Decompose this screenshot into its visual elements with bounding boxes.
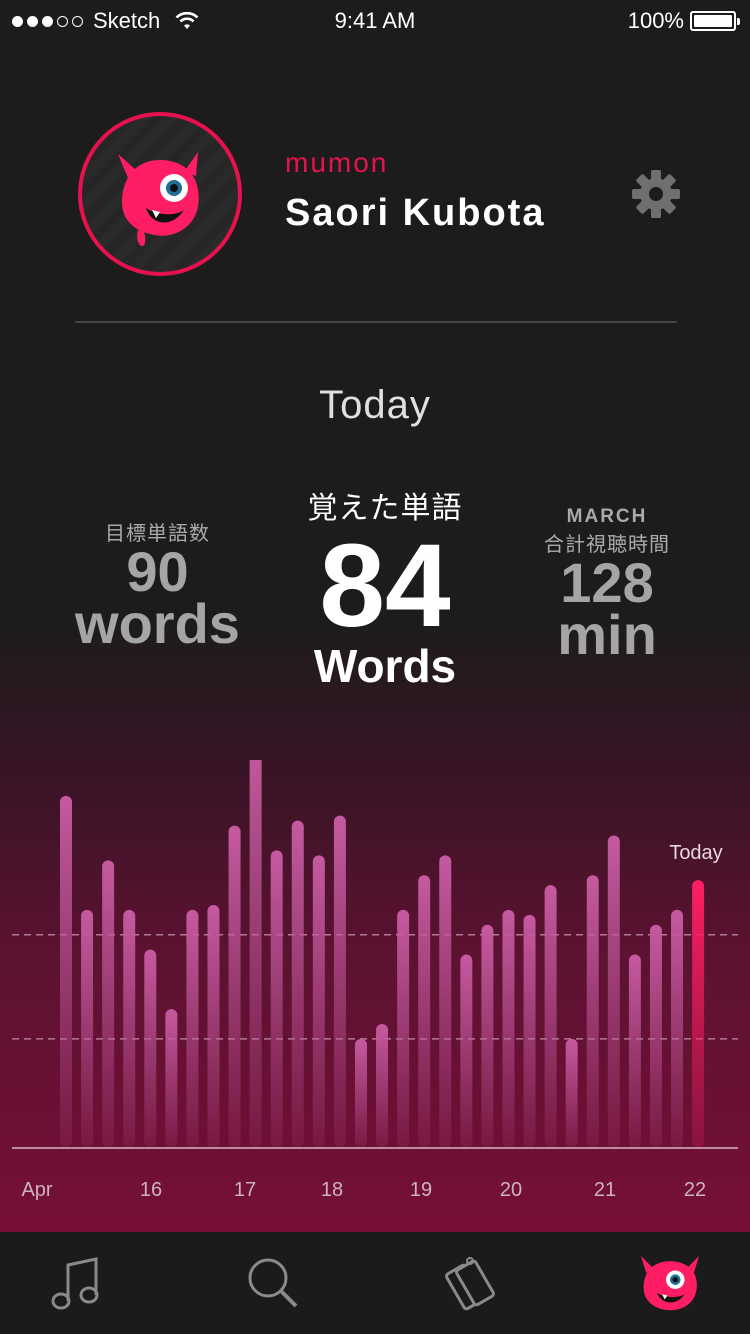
x-axis-label: 16 [140, 1179, 162, 1201]
chart-bar [544, 885, 557, 1148]
x-axis-label: 19 [410, 1179, 432, 1201]
battery-icon [690, 11, 740, 31]
today-label: Today [669, 842, 722, 864]
chart-bar [123, 909, 136, 1148]
x-axis-label: 22 [684, 1179, 706, 1201]
tab-tags[interactable] [412, 1232, 532, 1334]
status-bar: Sketch 9:41 AM 100% [0, 0, 750, 40]
chart-bar [60, 795, 72, 1148]
learned-unit: Words [313, 640, 457, 692]
chart-bar [418, 875, 431, 1148]
pink-monster-icon [118, 152, 199, 246]
chart-bar [523, 914, 536, 1148]
avatar[interactable] [78, 112, 242, 276]
chart-bar [671, 909, 684, 1148]
tab-profile[interactable] [610, 1232, 730, 1334]
chart-bar [165, 1009, 178, 1148]
pink-monster-icon [640, 1255, 700, 1311]
chart-bar [228, 825, 241, 1148]
chart-bar [354, 1038, 367, 1148]
tags-icon [445, 1257, 495, 1311]
battery-percentage: 100% [627, 8, 684, 33]
bar-chart: Today Apr 16 17 18 19 20 21 22 [12, 760, 738, 1201]
learned-value: 84 [319, 520, 451, 652]
month-label: MARCH [566, 506, 648, 527]
chart-bar [249, 760, 262, 1148]
chart-bar [186, 909, 199, 1148]
profile-name: Saori Kubota [285, 192, 546, 234]
chart-bar [207, 904, 220, 1148]
tab-music[interactable] [18, 1232, 138, 1334]
listening-value: 128 [560, 551, 654, 614]
x-axis-label: 17 [234, 1179, 256, 1201]
gear-icon[interactable] [630, 168, 682, 220]
search-icon [248, 1258, 298, 1308]
x-axis-label: 20 [500, 1179, 522, 1201]
daily-words-chart: Today Apr 16 17 18 19 20 21 22 [0, 760, 750, 1230]
goal-unit: words [75, 592, 240, 655]
chart-bar [607, 835, 620, 1148]
tab-bar [0, 1232, 750, 1334]
chart-bar [144, 949, 157, 1148]
x-axis-label: Apr [21, 1179, 52, 1201]
x-axis-label: 18 [321, 1179, 343, 1201]
chart-bar [270, 850, 283, 1148]
username: mumon [285, 147, 389, 178]
chart-bar [586, 875, 599, 1148]
x-axis-label: 21 [594, 1179, 616, 1201]
today-bar [692, 880, 705, 1148]
learned-words-stat: 覚えた単語 84 Words [280, 483, 490, 691]
chart-bar [333, 815, 346, 1148]
listening-unit: min [557, 603, 657, 666]
music-note-icon [51, 1257, 99, 1310]
chart-bar [397, 909, 410, 1148]
goal-value: 90 [126, 540, 189, 603]
chart-bar [439, 855, 452, 1148]
section-title: Today [319, 383, 431, 427]
goal-words-stat: 目標単語数 90 words [60, 517, 255, 655]
chart-bar [628, 954, 641, 1148]
chart-bar [460, 954, 473, 1148]
chart-bar [565, 1038, 578, 1148]
divider [75, 321, 677, 323]
chart-bar [481, 924, 494, 1148]
listening-time-stat: MARCH 合計視聴時間 128 min [512, 506, 702, 666]
chart-bar [649, 924, 662, 1148]
chart-bar [291, 820, 304, 1148]
chart-bar [376, 1024, 389, 1148]
chart-bar [312, 855, 325, 1148]
chart-bar [81, 909, 94, 1148]
tab-search[interactable] [213, 1232, 333, 1334]
chart-bar [502, 909, 515, 1148]
chart-bar [102, 860, 115, 1148]
